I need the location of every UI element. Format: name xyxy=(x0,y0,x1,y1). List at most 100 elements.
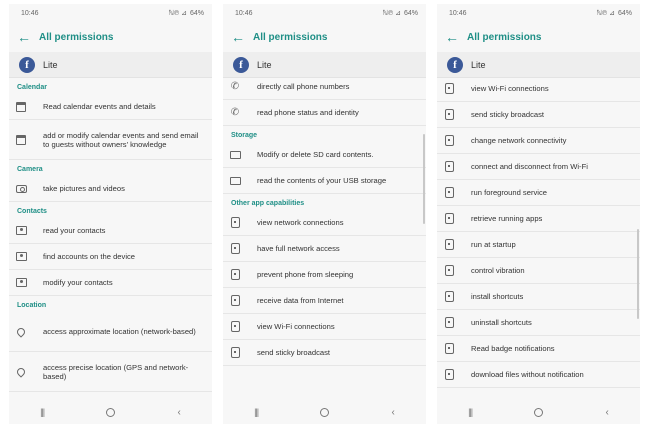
permission-item[interactable]: find accounts on the device xyxy=(9,244,212,270)
app-header: f Lite xyxy=(9,52,212,78)
phone-icon xyxy=(229,347,241,359)
back-nav-icon[interactable]: ‹ xyxy=(178,407,181,418)
permission-item[interactable]: ✆ read phone status and identity xyxy=(223,100,426,126)
section-header: Camera xyxy=(17,166,43,173)
permission-label: Read calendar events and details xyxy=(43,102,156,111)
permission-list[interactable]: view Wi-Fi connections send sticky broadc… xyxy=(437,78,640,400)
contact-icon xyxy=(15,251,27,263)
phone-icon xyxy=(229,243,241,255)
page-title: All permissions xyxy=(253,31,328,43)
permission-item[interactable]: prevent phone from sleeping xyxy=(223,262,426,288)
permission-label: retrieve running apps xyxy=(471,214,543,223)
permission-item[interactable]: send sticky broadcast xyxy=(223,340,426,366)
phone-icon xyxy=(443,213,455,225)
permission-list[interactable]: Calendar Read calendar events and details… xyxy=(9,78,212,400)
recent-apps-icon[interactable]: ||| xyxy=(40,407,45,417)
scrollbar-thumb[interactable] xyxy=(637,229,639,319)
phone-screen-3: 10:46 ℕ℗ ⊿ 64% ← All permissions f Lite … xyxy=(437,4,640,424)
arrow-left-icon[interactable]: ← xyxy=(17,29,35,45)
permission-item[interactable]: run at startup xyxy=(437,232,640,258)
permission-item[interactable]: Modify or delete SD card contents. xyxy=(223,142,426,168)
phone-icon xyxy=(443,291,455,303)
app-name: Lite xyxy=(257,59,272,70)
section-header: Location xyxy=(17,302,47,309)
calendar-icon xyxy=(15,134,27,146)
status-time: 10:46 xyxy=(235,9,253,17)
permission-item[interactable]: take pictures and videos xyxy=(9,176,212,202)
permission-label: modify your contacts xyxy=(43,278,113,287)
navigation-bar: ||| ‹ xyxy=(9,400,212,424)
permission-label: change network connectivity xyxy=(471,136,567,145)
permission-item[interactable]: view Wi-Fi connections xyxy=(223,314,426,340)
permission-item[interactable]: read the contents of your USB storage xyxy=(223,168,426,194)
phone-icon xyxy=(443,343,455,355)
phone-icon xyxy=(443,239,455,251)
app-name: Lite xyxy=(43,59,58,70)
section-header: Contacts xyxy=(17,208,47,215)
app-header: f Lite xyxy=(437,52,640,78)
permission-label: run at startup xyxy=(471,240,516,249)
permission-item[interactable]: run foreground service xyxy=(437,180,640,206)
permission-item[interactable]: Read calendar events and details xyxy=(9,94,212,120)
permission-item[interactable]: change network connectivity xyxy=(437,128,640,154)
arrow-left-icon[interactable]: ← xyxy=(231,29,249,45)
permission-item[interactable]: download files without notification xyxy=(437,362,640,388)
app-name: Lite xyxy=(471,59,486,70)
folder-icon xyxy=(229,149,241,161)
phone-icon xyxy=(443,265,455,277)
navigation-bar: ||| ‹ xyxy=(437,400,640,424)
camera-icon xyxy=(15,183,27,195)
permission-item[interactable]: install shortcuts xyxy=(437,284,640,310)
permission-label: read phone status and identity xyxy=(257,108,359,117)
permission-item[interactable]: Read badge notifications xyxy=(437,336,640,362)
permission-item[interactable]: ✆ directly call phone numbers xyxy=(223,78,426,100)
home-icon[interactable] xyxy=(106,407,116,417)
permission-item[interactable]: connect and disconnect from Wi-Fi xyxy=(437,154,640,180)
arrow-left-icon[interactable]: ← xyxy=(445,29,463,45)
permission-item[interactable]: access precise location (GPS and network… xyxy=(9,352,212,392)
section-header: Calendar xyxy=(17,84,47,91)
permission-label: send sticky broadcast xyxy=(471,110,545,119)
permission-item[interactable]: send sticky broadcast xyxy=(437,102,640,128)
permission-item[interactable]: modify your contacts xyxy=(9,270,212,296)
permission-label: read the contents of your USB storage xyxy=(257,176,387,185)
permission-label: download files without notification xyxy=(471,370,584,379)
permission-label: receive data from Internet xyxy=(257,296,344,305)
facebook-icon: f xyxy=(19,56,35,73)
permission-item[interactable]: control vibration xyxy=(437,258,640,284)
battery-level: 64% xyxy=(189,9,204,17)
folder-icon xyxy=(229,175,241,187)
permission-item[interactable]: receive data from Internet xyxy=(223,288,426,314)
permission-item[interactable]: access approximate location (network-bas… xyxy=(9,312,212,352)
permission-list[interactable]: Phone✆directly call phone numbers✆read p… xyxy=(223,78,426,400)
calendar-icon xyxy=(15,101,27,113)
phone-icon xyxy=(443,369,455,381)
permission-item[interactable]: retrieve running apps xyxy=(437,206,640,232)
phone-screen-1: 10:46 ℕ℗ ⊿ 64% ← All permissions f Lite … xyxy=(9,4,212,424)
recent-apps-icon[interactable]: ||| xyxy=(254,407,259,417)
phone-call-icon: ✆ xyxy=(230,107,240,118)
phone-icon xyxy=(443,161,455,173)
home-icon[interactable] xyxy=(320,407,330,417)
battery-level: 64% xyxy=(617,9,632,17)
permission-label: view network connections xyxy=(257,218,344,227)
back-nav-icon[interactable]: ‹ xyxy=(606,407,609,418)
permission-item[interactable]: read your contacts xyxy=(9,218,212,244)
recent-apps-icon[interactable]: ||| xyxy=(468,407,473,417)
section-header: Other app capabilities xyxy=(231,200,305,207)
scrollbar-thumb[interactable] xyxy=(423,134,425,224)
back-nav-icon[interactable]: ‹ xyxy=(392,407,395,418)
status-time: 10:46 xyxy=(21,9,39,17)
permission-label: access approximate location (network-bas… xyxy=(43,327,196,336)
permission-item[interactable]: view Wi-Fi connections xyxy=(437,78,640,102)
phone-icon xyxy=(229,321,241,333)
home-icon[interactable] xyxy=(534,407,544,417)
permission-label: have full network access xyxy=(257,244,340,253)
permission-item[interactable]: view network connections xyxy=(223,210,426,236)
status-bar: 10:46 ℕ℗ ⊿ 64% xyxy=(223,4,426,22)
permission-item[interactable]: add or modify calendar events and send e… xyxy=(9,120,212,160)
permission-label: take pictures and videos xyxy=(43,184,125,193)
permission-item[interactable]: uninstall shortcuts xyxy=(437,310,640,336)
permission-label: connect and disconnect from Wi-Fi xyxy=(471,162,588,171)
permission-item[interactable]: have full network access xyxy=(223,236,426,262)
